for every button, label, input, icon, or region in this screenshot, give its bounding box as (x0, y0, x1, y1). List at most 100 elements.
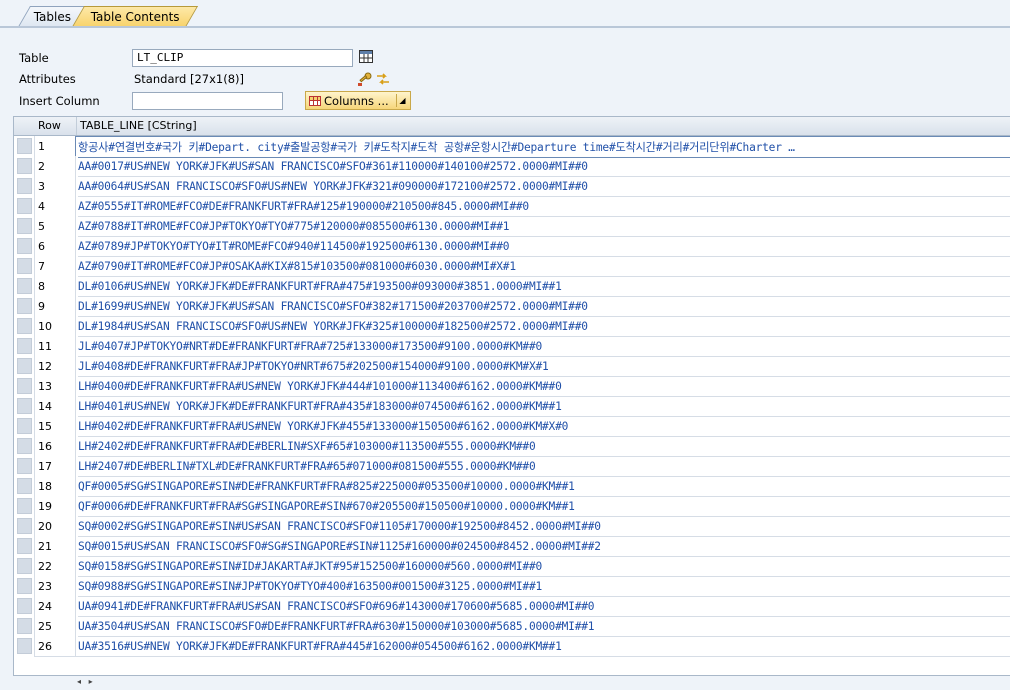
row-selector[interactable] (17, 518, 32, 534)
table-line-cell[interactable]: AA#0017#US#NEW YORK#JFK#US#SAN FRANCISCO… (75, 156, 1010, 177)
table-line-cell[interactable]: DL#0106#US#NEW YORK#JFK#DE#FRANKFURT#FRA… (75, 276, 1010, 297)
row-selector[interactable] (17, 218, 32, 234)
row-selector[interactable] (17, 198, 32, 214)
table-picker-icon[interactable] (358, 50, 374, 66)
table-row[interactable]: 21 SQ#0015#US#SAN FRANCISCO#SFO#SG#SINGAP… (14, 536, 1010, 557)
insert-column-field[interactable] (132, 92, 283, 110)
columns-button[interactable]: Columns ... ◢ (305, 91, 411, 110)
table-line-cell[interactable]: AA#0064#US#SAN FRANCISCO#SFO#US#NEW YORK… (75, 176, 1010, 197)
table-line-cell[interactable]: QF#0005#SG#SINGAPORE#SIN#DE#FRANKFURT#FR… (75, 476, 1010, 497)
table-row[interactable]: 5 AZ#0788#IT#ROME#FCO#JP#TOKYO#TYO#775#12… (14, 216, 1010, 237)
row-number: 19 (34, 496, 78, 517)
table-row[interactable]: 11 JL#0407#JP#TOKYO#NRT#DE#FRANKFURT#FRA#… (14, 336, 1010, 357)
row-number: 20 (34, 516, 78, 537)
table-line-cell[interactable]: AZ#0788#IT#ROME#FCO#JP#TOKYO#TYO#775#120… (75, 216, 1010, 237)
row-selector[interactable] (17, 298, 32, 314)
key-icon[interactable] (357, 71, 373, 87)
table-row[interactable]: 25 UA#3504#US#SAN FRANCISCO#SFO#DE#FRANKF… (14, 616, 1010, 637)
row-selector[interactable] (17, 278, 32, 294)
table-row[interactable]: 23 SQ#0988#SG#SINGAPORE#SIN#JP#TOKYO#TYO#… (14, 576, 1010, 597)
row-number: 2 (34, 156, 78, 177)
row-selector[interactable] (17, 418, 32, 434)
table-line-cell[interactable]: SQ#0002#SG#SINGAPORE#SIN#US#SAN FRANCISC… (75, 516, 1010, 537)
row-number: 18 (34, 476, 78, 497)
row-selector[interactable] (17, 478, 32, 494)
table-line-cell[interactable]: JL#0407#JP#TOKYO#NRT#DE#FRANKFURT#FRA#72… (75, 336, 1010, 357)
row-selector[interactable] (17, 598, 32, 614)
table-line-cell[interactable]: SQ#0988#SG#SINGAPORE#SIN#JP#TOKYO#TYO#40… (75, 576, 1010, 597)
table-row[interactable]: 17 LH#2407#DE#BERLIN#TXL#DE#FRANKFURT#FRA… (14, 456, 1010, 477)
scroll-left-icon[interactable]: ◂ (77, 677, 81, 686)
row-selector[interactable] (17, 138, 32, 154)
table-row[interactable]: 15 LH#0402#DE#FRANKFURT#FRA#US#NEW YORK#J… (14, 416, 1010, 437)
header-table-line[interactable]: TABLE_LINE [CString] (76, 117, 197, 135)
table-line-cell[interactable]: QF#0006#DE#FRANKFURT#FRA#SG#SINGAPORE#SI… (75, 496, 1010, 517)
row-selector[interactable] (17, 618, 32, 634)
tab-table-contents[interactable]: Table Contents (71, 6, 199, 27)
horizontal-scrollbar[interactable]: ◂ ▸ (77, 674, 117, 690)
row-selector[interactable] (17, 358, 32, 374)
table-line-cell[interactable]: SQ#0158#SG#SINGAPORE#SIN#ID#JAKARTA#JKT#… (75, 556, 1010, 577)
row-number: 6 (34, 236, 78, 257)
table-row[interactable]: 7 AZ#0790#IT#ROME#FCO#JP#OSAKA#KIX#815#10… (14, 256, 1010, 277)
table-line-cell[interactable]: 항공사#연결번호#국가 키#Depart. city#출발공항#국가 키#도착지… (75, 136, 1010, 158)
table-row[interactable]: 8 DL#0106#US#NEW YORK#JFK#DE#FRANKFURT#FR… (14, 276, 1010, 297)
row-selector[interactable] (17, 258, 32, 274)
row-selector[interactable] (17, 338, 32, 354)
row-selector[interactable] (17, 578, 32, 594)
table-line-cell[interactable]: UA#3504#US#SAN FRANCISCO#SFO#DE#FRANKFUR… (75, 616, 1010, 637)
row-selector[interactable] (17, 458, 32, 474)
row-selector[interactable] (17, 318, 32, 334)
table-line-cell[interactable]: AZ#0789#JP#TOKYO#TYO#IT#ROME#FCO#940#114… (75, 236, 1010, 257)
table-line-cell[interactable]: SQ#0015#US#SAN FRANCISCO#SFO#SG#SINGAPOR… (75, 536, 1010, 557)
table-row[interactable]: 10 DL#1984#US#SAN FRANCISCO#SFO#US#NEW YO… (14, 316, 1010, 337)
table-line-cell[interactable]: LH#2402#DE#FRANKFURT#FRA#DE#BERLIN#SXF#6… (75, 436, 1010, 457)
dropdown-arrow-icon[interactable]: ◢ (396, 94, 408, 107)
row-number: 12 (34, 356, 78, 377)
table-row[interactable]: 26 UA#3516#US#NEW YORK#JFK#DE#FRANKFURT#F… (14, 636, 1010, 657)
table-row[interactable]: 2 AA#0017#US#NEW YORK#JFK#US#SAN FRANCISC… (14, 156, 1010, 177)
scroll-right-icon[interactable]: ▸ (89, 677, 93, 686)
table-row[interactable]: 3 AA#0064#US#SAN FRANCISCO#SFO#US#NEW YOR… (14, 176, 1010, 197)
row-selector[interactable] (17, 378, 32, 394)
row-selector[interactable] (17, 178, 32, 194)
table-row[interactable]: 4 AZ#0555#IT#ROME#FCO#DE#FRANKFURT#FRA#12… (14, 196, 1010, 217)
row-selector[interactable] (17, 438, 32, 454)
table-line-cell[interactable]: DL#1699#US#NEW YORK#JFK#US#SAN FRANCISCO… (75, 296, 1010, 317)
table-row[interactable]: 20 SQ#0002#SG#SINGAPORE#SIN#US#SAN FRANCI… (14, 516, 1010, 537)
table-row[interactable]: 19 QF#0006#DE#FRANKFURT#FRA#SG#SINGAPORE#… (14, 496, 1010, 517)
table-row[interactable]: 1 항공사#연결번호#국가 키#Depart. city#출발공항#국가 키#도착… (14, 136, 1010, 158)
row-number: 13 (34, 376, 78, 397)
table-line-cell[interactable]: LH#0402#DE#FRANKFURT#FRA#US#NEW YORK#JFK… (75, 416, 1010, 437)
row-selector[interactable] (17, 538, 32, 554)
row-selector[interactable] (17, 238, 32, 254)
table-row[interactable]: 22 SQ#0158#SG#SINGAPORE#SIN#ID#JAKARTA#JK… (14, 556, 1010, 577)
table-line-cell[interactable]: UA#0941#DE#FRANKFURT#FRA#US#SAN FRANCISC… (75, 596, 1010, 617)
table-name-field[interactable]: LT_CLIP (132, 49, 353, 67)
table-row[interactable]: 14 LH#0401#US#NEW YORK#JFK#DE#FRANKFURT#F… (14, 396, 1010, 417)
table-row[interactable]: 13 LH#0400#DE#FRANKFURT#FRA#US#NEW YORK#J… (14, 376, 1010, 397)
row-selector[interactable] (17, 498, 32, 514)
row-selector[interactable] (17, 558, 32, 574)
table-row[interactable]: 18 QF#0005#SG#SINGAPORE#SIN#DE#FRANKFURT#… (14, 476, 1010, 497)
table-line-cell[interactable]: LH#0400#DE#FRANKFURT#FRA#US#NEW YORK#JFK… (75, 376, 1010, 397)
row-number: 26 (34, 636, 78, 657)
row-selector[interactable] (17, 638, 32, 654)
table-line-cell[interactable]: JL#0408#DE#FRANKFURT#FRA#JP#TOKYO#NRT#67… (75, 356, 1010, 377)
table-row[interactable]: 12 JL#0408#DE#FRANKFURT#FRA#JP#TOKYO#NRT#… (14, 356, 1010, 377)
table-line-cell[interactable]: LH#2407#DE#BERLIN#TXL#DE#FRANKFURT#FRA#6… (75, 456, 1010, 477)
row-selector[interactable] (17, 158, 32, 174)
table-line-cell[interactable]: LH#0401#US#NEW YORK#JFK#DE#FRANKFURT#FRA… (75, 396, 1010, 417)
header-row[interactable]: Row (38, 117, 61, 135)
table-line-cell[interactable]: DL#1984#US#SAN FRANCISCO#SFO#US#NEW YORK… (75, 316, 1010, 337)
table-line-cell[interactable]: AZ#0790#IT#ROME#FCO#JP#OSAKA#KIX#815#103… (75, 256, 1010, 277)
table-line-cell[interactable]: AZ#0555#IT#ROME#FCO#DE#FRANKFURT#FRA#125… (75, 196, 1010, 217)
row-selector[interactable] (17, 398, 32, 414)
arrow-flow-icon[interactable] (375, 71, 391, 87)
table-row[interactable]: 24 UA#0941#DE#FRANKFURT#FRA#US#SAN FRANCI… (14, 596, 1010, 617)
table-row[interactable]: 6 AZ#0789#JP#TOKYO#TYO#IT#ROME#FCO#940#11… (14, 236, 1010, 257)
table-row[interactable]: 16 LH#2402#DE#FRANKFURT#FRA#DE#BERLIN#SXF… (14, 436, 1010, 457)
table-row[interactable]: 9 DL#1699#US#NEW YORK#JFK#US#SAN FRANCISC… (14, 296, 1010, 317)
row-number: 8 (34, 276, 78, 297)
table-line-cell[interactable]: UA#3516#US#NEW YORK#JFK#DE#FRANKFURT#FRA… (75, 636, 1010, 657)
